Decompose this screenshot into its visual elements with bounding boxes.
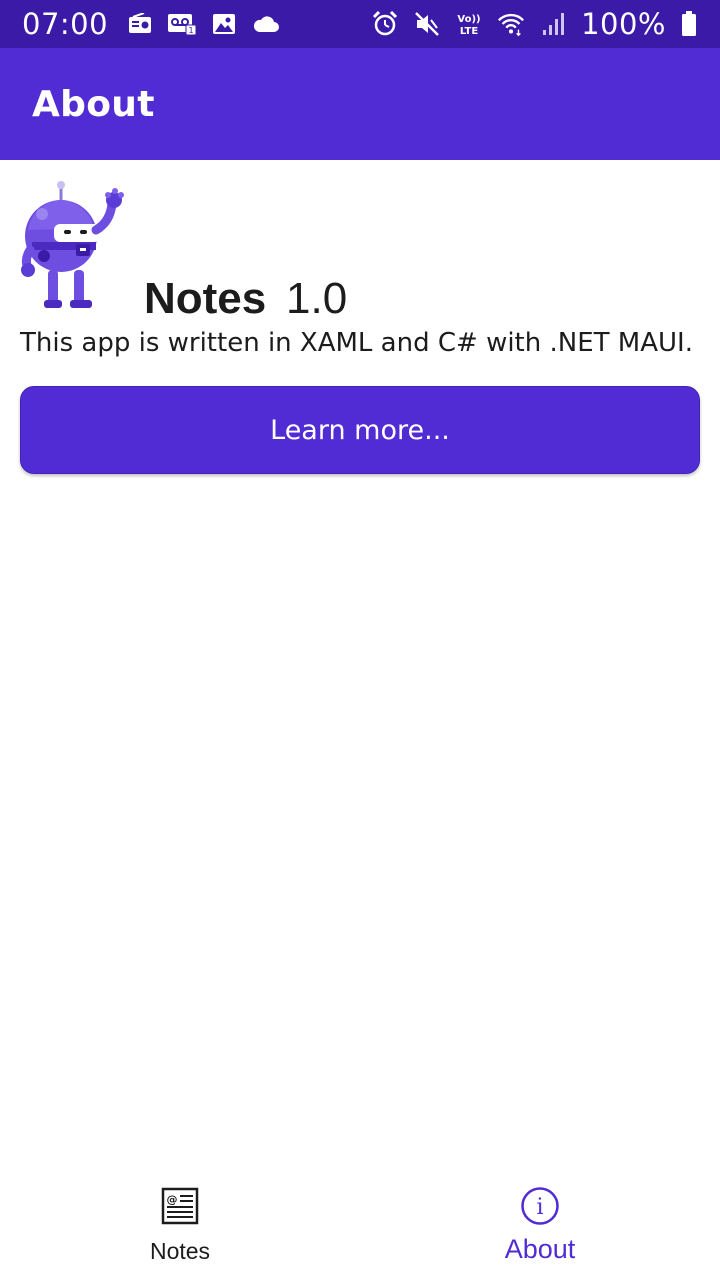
svg-text:1: 1 xyxy=(189,26,194,35)
status-bar-left: 07:00 1 xyxy=(22,7,280,41)
cloud-icon xyxy=(252,10,280,38)
app-version: 1.0 xyxy=(286,274,348,323)
battery-percent: 100% xyxy=(581,7,666,41)
svg-text:@: @ xyxy=(167,1193,178,1206)
page-title: About xyxy=(32,83,155,125)
wifi-icon xyxy=(497,10,525,38)
status-bar-right: Vo)) LTE 100% xyxy=(371,7,698,41)
svg-text:LTE: LTE xyxy=(460,26,479,37)
status-time: 07:00 xyxy=(22,7,109,41)
learn-more-button[interactable]: Learn more... xyxy=(20,386,700,474)
dotnet-bot-image xyxy=(20,180,124,310)
status-bar: 07:00 1 Vo)) LTE 100% xyxy=(0,0,720,48)
tab-about-label: About xyxy=(504,1234,576,1264)
svg-text:i: i xyxy=(536,1195,543,1220)
signal-icon xyxy=(539,10,567,38)
tab-about[interactable]: i About xyxy=(360,1170,720,1280)
tab-notes[interactable]: @ Notes xyxy=(0,1170,360,1280)
app-description: This app is written in XAML and C# with … xyxy=(20,328,693,358)
alarm-icon xyxy=(371,10,399,38)
app-name: Notes xyxy=(144,274,267,323)
image-icon xyxy=(210,10,238,38)
voicemail-icon: 1 xyxy=(168,10,197,38)
tab-notes-label: Notes xyxy=(149,1238,211,1264)
volte-icon: Vo)) LTE xyxy=(455,10,483,38)
bottom-tab-bar: @ Notes i About xyxy=(0,1170,720,1280)
mute-icon xyxy=(413,10,441,38)
info-icon: i xyxy=(520,1186,560,1226)
radio-icon xyxy=(126,10,154,38)
about-header: Notes 1.0 xyxy=(20,180,700,323)
svg-text:Vo)): Vo)) xyxy=(457,14,480,25)
battery-icon xyxy=(680,10,698,38)
notes-icon: @ xyxy=(160,1186,200,1226)
app-bar: About xyxy=(0,48,720,160)
